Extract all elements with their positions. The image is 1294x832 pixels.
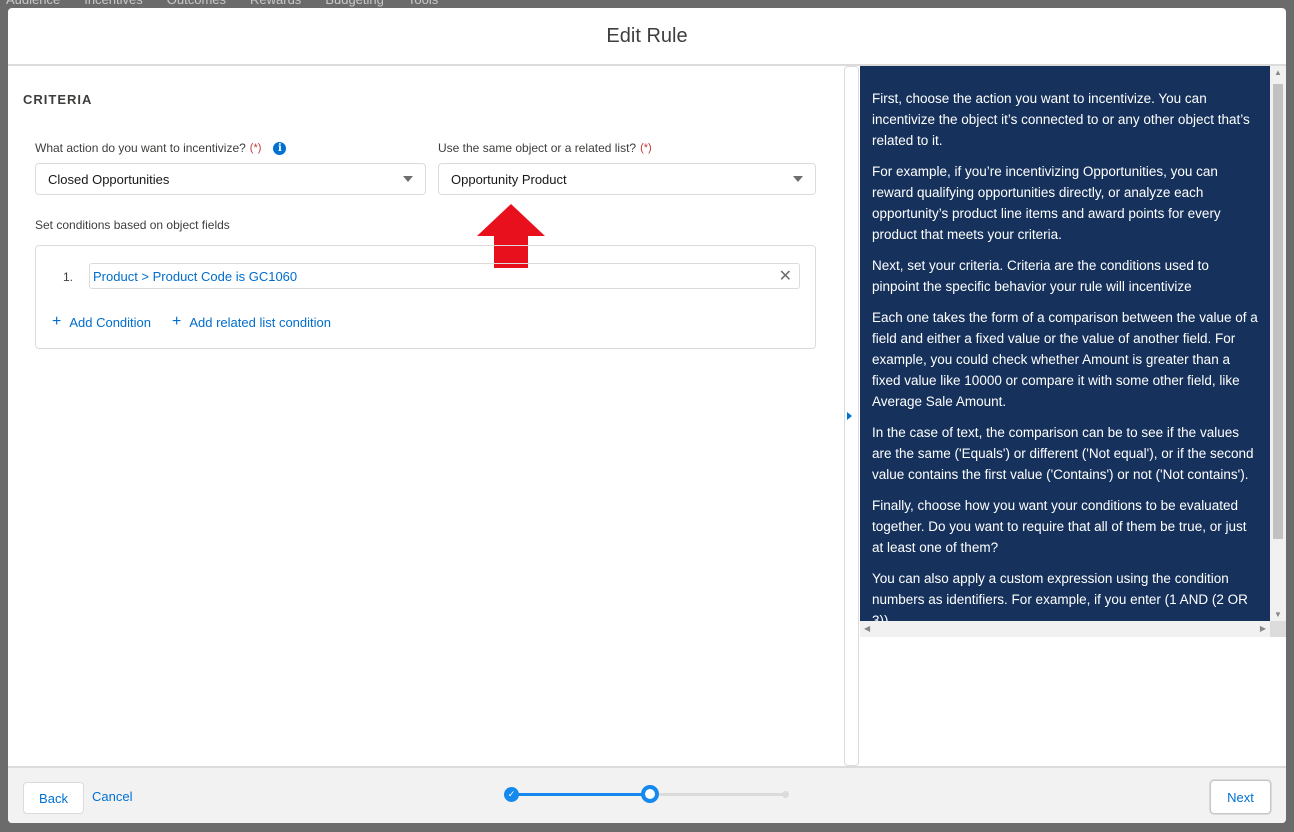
help-paragraph: Next, set your criteria. Criteria are th… [872,258,1209,294]
object-select-value: Opportunity Product [451,171,567,187]
modal-footer: Back Cancel ✓ Next [8,766,1286,823]
background-nav: Audience Incentives Outcomes Rewards Bud… [0,0,1294,8]
progress-fill [512,793,646,796]
modal-title: Edit Rule [606,24,688,47]
help-paragraph: For example, if you’re incentivizing Opp… [872,164,1221,242]
help-paragraph: Each one takes the form of a comparison … [872,310,1258,409]
help-paragraph: In the case of text, the comparison can … [872,425,1254,482]
scroll-up-icon[interactable]: ▲ [1274,68,1282,77]
add-condition-button[interactable]: + Add Condition [52,314,151,330]
next-button[interactable]: Next [1210,780,1271,814]
step-future[interactable] [782,791,789,798]
horizontal-scrollbar[interactable]: ◀ ▶ [860,621,1270,637]
action-label-text: What action do you want to incentivize? [35,141,246,155]
chevron-down-icon [403,176,413,182]
bg-nav-item: Budgeting [325,0,384,8]
section-title: CRITERIA [23,92,93,107]
chevron-down-icon [793,176,803,182]
conditions-box: 1. Product > Product Code is GC1060 ✕ + … [35,245,816,349]
object-select[interactable]: Opportunity Product [438,163,816,195]
bg-nav-item: Tools [408,0,438,8]
condition-pill[interactable]: Product > Product Code is GC1060 ✕ [89,263,800,289]
back-button[interactable]: Back [23,782,84,814]
add-condition-label: Add Condition [69,314,152,330]
scroll-right-icon[interactable]: ▶ [1260,624,1266,633]
panel-splitter[interactable] [844,66,859,766]
action-select[interactable]: Closed Opportunities [35,163,426,195]
scroll-down-icon[interactable]: ▼ [1274,610,1282,619]
step-current[interactable] [641,785,659,803]
condition-number: 1. [63,270,74,284]
progress-indicator: ✓ [504,785,794,805]
bg-nav-item: Incentives [84,0,143,8]
bg-nav-item: Audience [6,0,60,8]
modal-header: Edit Rule [8,8,1286,66]
help-paragraph: Finally, choose how you want your condit… [872,498,1247,555]
vertical-scrollbar[interactable]: ▲ ▼ [1270,66,1286,621]
info-icon[interactable]: i [273,141,287,155]
step-complete-check-icon[interactable]: ✓ [504,787,519,802]
help-panel: First, choose the action you want to inc… [860,66,1286,637]
close-icon[interactable]: ✕ [775,266,796,286]
conditions-caption: Set conditions based on object fields [35,218,230,232]
plus-icon: + [172,313,182,330]
help-paragraph: First, choose the action you want to inc… [872,91,1250,148]
caret-right-icon [847,412,852,420]
add-related-condition-button[interactable]: + Add related list condition [172,314,331,330]
action-field-label: What action do you want to incentivize? … [35,141,287,155]
condition-text[interactable]: Product > Product Code is GC1060 [93,269,297,284]
action-select-value: Closed Opportunities [48,171,170,187]
criteria-panel: CRITERIA What action do you want to ince… [8,66,844,766]
scrollbar-corner [1270,621,1286,637]
object-field-label: Use the same object or a related list? (… [438,141,652,155]
help-paragraph: You can also apply a custom expression u… [872,571,1248,621]
add-related-label: Add related list condition [189,314,331,330]
scroll-left-icon[interactable]: ◀ [864,624,870,633]
plus-icon: + [52,313,62,330]
cancel-link[interactable]: Cancel [92,789,132,804]
bg-nav-item: Outcomes [167,0,226,8]
scroll-thumb[interactable] [1273,84,1283,539]
required-marker: (*) [249,142,262,154]
help-text: First, choose the action you want to inc… [860,66,1270,621]
required-marker: (*) [640,142,652,154]
object-label-text: Use the same object or a related list? [438,141,637,155]
edit-rule-modal: Edit Rule CRITERIA What action do you wa… [8,8,1286,823]
bg-nav-item: Rewards [250,0,301,8]
